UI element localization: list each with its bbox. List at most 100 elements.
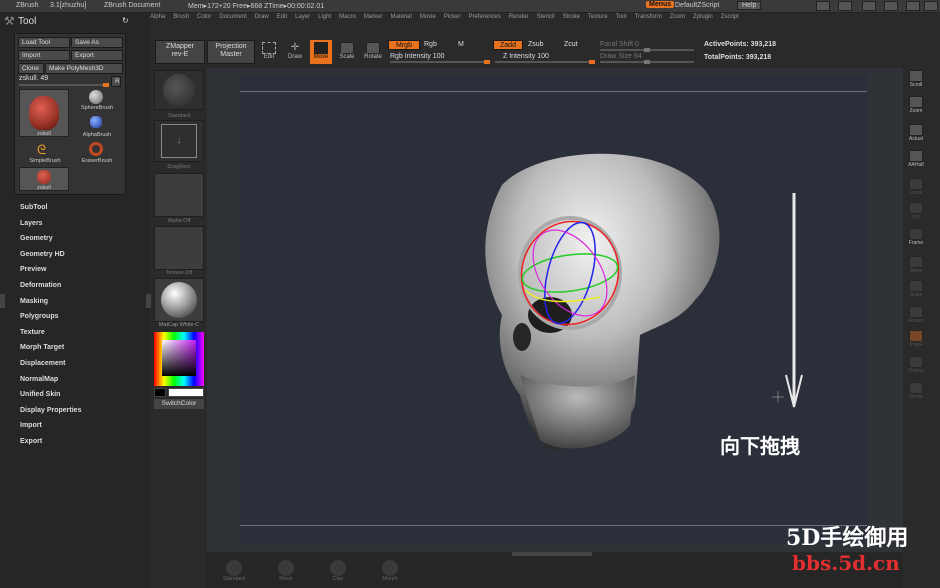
maximize-icon[interactable]	[906, 1, 920, 11]
load-tool-button[interactable]: Load Tool	[18, 37, 70, 48]
minimize-icon[interactable]	[884, 1, 898, 11]
menu-zscript[interactable]: Zscript	[721, 14, 739, 20]
draw-button[interactable]: ✛ Draw	[284, 42, 306, 64]
menu-tool[interactable]: Tool	[616, 14, 627, 20]
bottom-tray-handle[interactable]	[512, 552, 592, 556]
bottom-brush-standard[interactable]: Standard	[219, 560, 249, 582]
menu-zplugin[interactable]: Zplugin	[693, 14, 713, 20]
left-tray-handle-2[interactable]	[146, 294, 151, 308]
zskull-thumbnail[interactable]	[19, 89, 69, 137]
r-button[interactable]: R	[111, 76, 121, 87]
menu-alpha[interactable]: Alpha	[150, 14, 165, 20]
document-canvas[interactable]	[240, 75, 867, 544]
menu-marker[interactable]: Marker	[364, 14, 383, 20]
transp-button[interactable]: Transp	[905, 356, 927, 378]
subpalette-morph-target[interactable]: Morph Target	[20, 340, 140, 356]
m-button[interactable]: M	[458, 41, 464, 48]
scale-button[interactable]: Scale	[336, 42, 358, 64]
draw-size-slider[interactable]	[600, 60, 694, 64]
menu-transform[interactable]: Transform	[635, 14, 662, 20]
rgb-intensity-slider[interactable]	[390, 60, 490, 64]
refresh-icon[interactable]: ↻	[122, 16, 129, 25]
alpha-brush-icon[interactable]	[90, 116, 102, 128]
subpalette-geometry[interactable]: Geometry	[20, 231, 140, 247]
switch-color-button[interactable]: SwitchColor	[154, 399, 204, 409]
subpalette-normalmap[interactable]: NormalMap	[20, 372, 140, 388]
menu-stencil[interactable]: Stencil	[537, 14, 555, 20]
menu-movie[interactable]: Movie	[420, 14, 436, 20]
move-button[interactable]: Move	[905, 256, 927, 278]
zoom-button[interactable]: Zoom	[905, 96, 927, 118]
rotate-button[interactable]: Rotate	[905, 306, 927, 328]
subpalette-preview[interactable]: Preview	[20, 262, 140, 278]
save-as-button[interactable]: Save As	[71, 37, 123, 48]
menu-document[interactable]: Document	[219, 14, 246, 20]
color-square[interactable]	[162, 340, 196, 376]
menus-button[interactable]: Menus	[646, 1, 675, 8]
subpalette-display-properties[interactable]: Display Properties	[20, 403, 140, 419]
zadd-button[interactable]: Zadd	[493, 40, 523, 50]
edit-button[interactable]: Edit	[258, 42, 280, 64]
import-button[interactable]: Import	[18, 50, 70, 61]
subpalette-subtool[interactable]: SubTool	[20, 200, 140, 216]
skull-model[interactable]	[240, 75, 867, 544]
subpalette-texture[interactable]: Texture	[20, 325, 140, 341]
bottom-brush-morph[interactable]: Morph	[375, 560, 405, 582]
matcap-slot[interactable]	[154, 278, 204, 322]
subpalette-import[interactable]: Import	[20, 418, 140, 434]
menu-texture[interactable]: Texture	[588, 14, 608, 20]
texture-slot[interactable]	[154, 226, 204, 270]
scroll-button[interactable]: Scroll	[905, 70, 927, 92]
subpalette-deformation[interactable]: Deformation	[20, 278, 140, 294]
local-button[interactable]: Local	[905, 178, 927, 200]
z-intensity-slider[interactable]	[495, 60, 595, 64]
secondary-color-swatch[interactable]	[154, 388, 166, 397]
tool-slider[interactable]	[19, 83, 109, 87]
stroke-slot[interactable]: ↓	[154, 120, 204, 162]
mrgb-button[interactable]: Mrgb	[388, 40, 420, 50]
menu-layer[interactable]: Layer	[295, 14, 310, 20]
color-picker[interactable]	[154, 332, 204, 386]
menu-brush[interactable]: Brush	[173, 14, 189, 20]
ghost-button[interactable]: Ghost	[905, 382, 927, 404]
aahalf-button[interactable]: AAHalf	[905, 150, 927, 172]
menu-render[interactable]: Render	[509, 14, 529, 20]
make-polymesh-button[interactable]: Make PolyMesh3D	[45, 63, 123, 74]
polyf-button[interactable]: PolyF	[905, 330, 927, 352]
menu-macro[interactable]: Macro	[339, 14, 356, 20]
menu-zoom[interactable]: Zoom	[670, 14, 685, 20]
menu-edit[interactable]: Edit	[277, 14, 287, 20]
subpalette-geometry-hd[interactable]: Geometry HD	[20, 247, 140, 263]
menu-draw[interactable]: Draw	[255, 14, 269, 20]
xyz-button[interactable]: Xyz	[905, 202, 927, 224]
scale-button[interactable]: Scale	[905, 280, 927, 302]
export-button[interactable]: Export	[71, 50, 123, 61]
subpalette-masking[interactable]: Masking	[20, 294, 140, 310]
frame-button[interactable]: Frame	[905, 228, 927, 250]
alpha-slot[interactable]	[154, 173, 204, 217]
bottom-brush-move[interactable]: Move	[271, 560, 301, 582]
sphere-brush-icon[interactable]	[89, 90, 103, 104]
subpalette-unified-skin[interactable]: Unified Skin	[20, 387, 140, 403]
move-button[interactable]: Move	[310, 40, 332, 64]
rgb-button[interactable]: Rgb	[424, 41, 437, 48]
subpalette-export[interactable]: Export	[20, 434, 140, 450]
layout-icon[interactable]	[816, 1, 830, 11]
standard-brush-slot[interactable]	[154, 70, 204, 110]
default-zscript-button[interactable]: DefaultZScript	[675, 2, 719, 9]
primary-color-swatch[interactable]	[168, 388, 204, 397]
menu-preferences[interactable]: Preferences	[469, 14, 501, 20]
bottom-brush-clay[interactable]: Clay	[323, 560, 353, 582]
left-tray-handle[interactable]	[0, 294, 5, 308]
rotate-button[interactable]: Rotate	[362, 42, 384, 64]
subpalette-displacement[interactable]: Displacement	[20, 356, 140, 372]
projection-master-button[interactable]: Projection Master	[207, 40, 255, 64]
clone-button[interactable]: Clone	[18, 63, 44, 74]
menu-color[interactable]: Color	[197, 14, 211, 20]
save-icon[interactable]	[862, 1, 876, 11]
menu-picker[interactable]: Picker	[444, 14, 461, 20]
subpalette-polygroups[interactable]: Polygroups	[20, 309, 140, 325]
close-icon[interactable]	[924, 1, 938, 11]
zsub-button[interactable]: Zsub	[528, 41, 544, 48]
zcut-button[interactable]: Zcut	[564, 41, 578, 48]
